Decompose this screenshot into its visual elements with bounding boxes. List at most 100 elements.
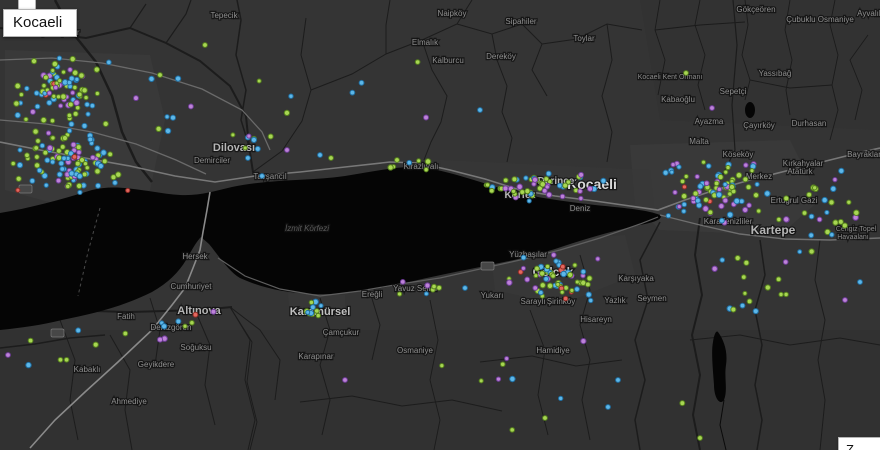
- data-point[interactable]: [764, 284, 771, 291]
- data-point[interactable]: [423, 166, 429, 173]
- data-point[interactable]: [524, 188, 531, 195]
- data-point[interactable]: [502, 185, 509, 192]
- data-point[interactable]: [694, 197, 701, 204]
- data-point[interactable]: [10, 160, 16, 167]
- data-point[interactable]: [25, 361, 32, 369]
- data-point[interactable]: [41, 83, 47, 89]
- data-point[interactable]: [431, 283, 437, 290]
- data-point[interactable]: [697, 183, 704, 190]
- data-point[interactable]: [502, 177, 509, 184]
- data-point[interactable]: [50, 135, 56, 141]
- data-point[interactable]: [75, 144, 82, 151]
- data-point[interactable]: [718, 202, 725, 210]
- data-point[interactable]: [569, 287, 575, 293]
- data-point[interactable]: [71, 153, 78, 160]
- data-point[interactable]: [102, 120, 109, 127]
- data-point[interactable]: [73, 99, 80, 106]
- data-point[interactable]: [510, 188, 517, 194]
- data-point[interactable]: [586, 185, 594, 192]
- data-point[interactable]: [538, 289, 544, 296]
- data-point[interactable]: [531, 176, 539, 183]
- data-point[interactable]: [679, 178, 686, 185]
- data-point[interactable]: [267, 133, 274, 140]
- data-point[interactable]: [242, 145, 248, 151]
- data-point[interactable]: [175, 318, 182, 325]
- data-point[interactable]: [112, 179, 118, 186]
- data-point[interactable]: [17, 147, 23, 153]
- data-point[interactable]: [74, 76, 80, 83]
- data-point[interactable]: [399, 279, 406, 285]
- data-point[interactable]: [462, 285, 468, 291]
- data-point[interactable]: [157, 336, 164, 343]
- data-point[interactable]: [125, 187, 131, 194]
- data-point[interactable]: [76, 182, 83, 190]
- data-point[interactable]: [541, 187, 548, 194]
- data-point[interactable]: [309, 304, 316, 311]
- data-point[interactable]: [115, 171, 122, 178]
- data-point[interactable]: [328, 155, 334, 161]
- data-point[interactable]: [34, 103, 41, 110]
- data-point[interactable]: [722, 197, 729, 204]
- data-point[interactable]: [665, 212, 672, 219]
- data-point[interactable]: [504, 355, 510, 362]
- data-point[interactable]: [94, 168, 101, 175]
- data-point[interactable]: [600, 177, 607, 184]
- data-point[interactable]: [29, 108, 36, 115]
- data-point[interactable]: [85, 111, 91, 117]
- data-point[interactable]: [313, 308, 320, 314]
- data-point[interactable]: [709, 105, 715, 111]
- data-point[interactable]: [539, 282, 546, 289]
- data-point[interactable]: [174, 75, 182, 82]
- data-point[interactable]: [33, 162, 41, 169]
- data-point[interactable]: [478, 378, 484, 384]
- data-point[interactable]: [718, 217, 725, 224]
- data-point[interactable]: [164, 114, 170, 120]
- data-point[interactable]: [719, 257, 726, 263]
- data-point[interactable]: [84, 165, 90, 171]
- data-point[interactable]: [763, 190, 771, 197]
- data-point[interactable]: [169, 114, 177, 121]
- data-point[interactable]: [70, 90, 76, 96]
- data-point[interactable]: [84, 101, 90, 108]
- data-point[interactable]: [539, 270, 546, 277]
- data-point[interactable]: [679, 400, 686, 407]
- data-point[interactable]: [846, 199, 852, 205]
- data-point[interactable]: [567, 271, 574, 278]
- data-point[interactable]: [752, 192, 760, 199]
- data-point[interactable]: [560, 270, 567, 278]
- data-point[interactable]: [742, 206, 749, 213]
- data-point[interactable]: [734, 254, 741, 262]
- data-point[interactable]: [81, 171, 88, 178]
- data-point[interactable]: [676, 203, 682, 210]
- map-canvas[interactable]: KocaeliDilovasıAltınovaGölcükKaramürselK…: [0, 0, 880, 450]
- data-point[interactable]: [546, 282, 554, 290]
- data-point[interactable]: [24, 152, 30, 159]
- data-point[interactable]: [519, 189, 526, 195]
- data-point[interactable]: [523, 175, 529, 181]
- data-point[interactable]: [69, 55, 76, 63]
- data-point[interactable]: [67, 101, 74, 108]
- data-point[interactable]: [715, 191, 723, 199]
- data-point[interactable]: [57, 356, 64, 363]
- data-point[interactable]: [745, 184, 752, 191]
- data-point[interactable]: [586, 275, 593, 282]
- data-point[interactable]: [315, 312, 321, 319]
- data-point[interactable]: [76, 149, 82, 156]
- data-point[interactable]: [58, 160, 65, 167]
- data-point[interactable]: [841, 222, 848, 229]
- data-point[interactable]: [746, 202, 752, 209]
- data-point[interactable]: [690, 195, 697, 202]
- data-point[interactable]: [56, 55, 63, 61]
- data-point[interactable]: [681, 208, 687, 214]
- data-point[interactable]: [808, 232, 815, 239]
- data-point[interactable]: [55, 177, 62, 184]
- data-point[interactable]: [92, 341, 99, 348]
- data-point[interactable]: [43, 182, 49, 188]
- data-point[interactable]: [42, 149, 49, 156]
- data-point[interactable]: [36, 167, 43, 174]
- data-point[interactable]: [97, 162, 104, 170]
- data-point[interactable]: [543, 176, 550, 182]
- data-point[interactable]: [545, 170, 552, 177]
- data-point[interactable]: [615, 377, 621, 383]
- data-point[interactable]: [775, 276, 782, 283]
